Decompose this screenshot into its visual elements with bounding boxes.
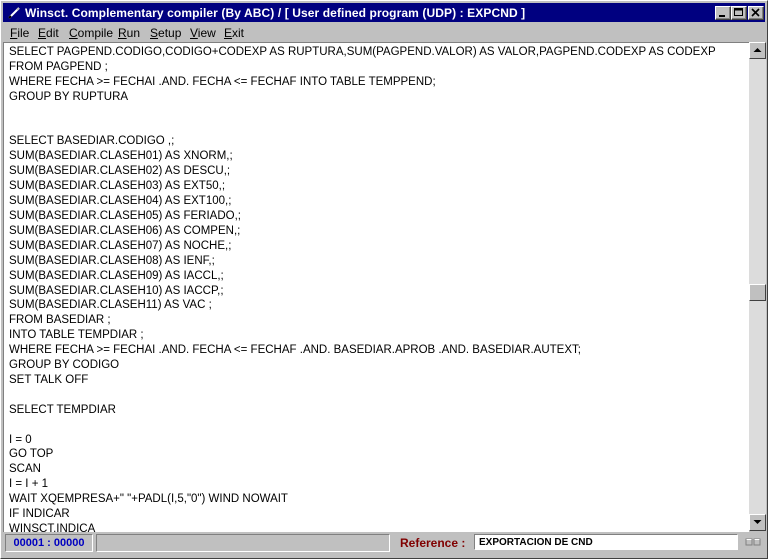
progress-panel [96, 534, 390, 552]
app-pen-icon[interactable] [6, 5, 22, 20]
close-icon [751, 8, 760, 17]
menu-edit[interactable]: Edit [38, 26, 59, 40]
menu-view-rest: iew [197, 26, 216, 40]
menu-setup[interactable]: Setup [150, 26, 181, 40]
status-bar: 00001 : 00000 Reference : EXPORTACION DE… [3, 532, 765, 556]
code-line[interactable]: I = 0 [9, 434, 32, 446]
arrow-up-icon [753, 48, 762, 52]
code-line[interactable]: SUM(BASEDIAR.CLASEH06) AS COMPEN,; [9, 225, 240, 237]
scroll-thumb[interactable] [749, 284, 766, 301]
menu-bar: File Edit Compile Run Setup View Exit [3, 23, 765, 42]
code-line[interactable]: FROM PAGPEND ; [9, 61, 108, 73]
code-text[interactable]: SELECT PAGPEND.CODIGO,CODIGO+CODEXP AS R… [4, 43, 749, 532]
menu-run[interactable]: Run [118, 26, 140, 40]
code-line[interactable]: GO TOP [9, 448, 53, 460]
code-line[interactable]: SUM(BASEDIAR.CLASEH05) AS FERIADO,; [9, 210, 241, 222]
reference-field[interactable]: EXPORTACION DE CND [474, 534, 738, 550]
minimize-button[interactable] [715, 6, 731, 20]
code-line[interactable]: SUM(BASEDIAR.CLASEH09) AS IACCL,; [9, 270, 224, 282]
code-line[interactable]: SUM(BASEDIAR.CLASEH04) AS EXT100,; [9, 195, 231, 207]
code-line[interactable]: SUM(BASEDIAR.CLASEH10) AS IACCP,; [9, 285, 224, 297]
code-line[interactable]: INTO TABLE TEMPDIAR ; [9, 329, 144, 341]
code-line[interactable]: IF INDICAR [9, 508, 70, 520]
code-line[interactable]: SELECT BASEDIAR.CODIGO ,; [9, 135, 174, 147]
code-editor[interactable]: SELECT PAGPEND.CODIGO,CODIGO+CODEXP AS R… [3, 42, 749, 532]
menu-setup-rest: etup [158, 26, 182, 40]
code-line[interactable]: FROM BASEDIAR ; [9, 314, 111, 326]
code-line[interactable]: WINSCT.INDICA [9, 523, 95, 532]
code-line[interactable]: SUM(BASEDIAR.CLASEH08) AS IENF,; [9, 255, 215, 267]
code-line[interactable]: SUM(BASEDIAR.CLASEH11) AS VAC ; [9, 299, 212, 311]
menu-compile[interactable]: Compile [69, 26, 113, 40]
code-line[interactable]: GROUP BY CODIGO [9, 359, 119, 371]
resize-grip-icon[interactable] [745, 536, 763, 548]
code-line[interactable]: SUM(BASEDIAR.CLASEH07) AS NOCHE,; [9, 240, 231, 252]
close-button[interactable] [748, 6, 764, 20]
code-line[interactable]: WHERE FECHA >= FECHAI .AND. FECHA <= FEC… [9, 344, 581, 356]
minimize-icon [719, 15, 725, 17]
main-window: Winsct. Complementary compiler (By ABC) … [0, 0, 768, 559]
menu-exit[interactable]: Exit [224, 26, 244, 40]
code-line[interactable]: SUM(BASEDIAR.CLASEH02) AS DESCU,; [9, 165, 230, 177]
title-bar[interactable]: Winsct. Complementary compiler (By ABC) … [3, 3, 765, 22]
code-line[interactable]: WHERE FECHA >= FECHAI .AND. FECHA <= FEC… [9, 76, 436, 88]
code-line[interactable]: GROUP BY RUPTURA [9, 91, 128, 103]
maximize-button[interactable] [731, 6, 747, 20]
code-line[interactable]: WAIT XQEMPRESA+" "+PADL(I,5,"0") WIND NO… [9, 493, 288, 505]
menu-view[interactable]: View [190, 26, 216, 40]
arrow-down-icon [753, 520, 762, 524]
code-line[interactable]: SET TALK OFF [9, 374, 88, 386]
reference-label: Reference : [400, 536, 466, 550]
code-line[interactable]: SELECT PAGPEND.CODIGO,CODIGO+CODEXP AS R… [9, 46, 716, 58]
maximize-icon [734, 8, 743, 16]
code-line[interactable]: SELECT TEMPDIAR [9, 404, 116, 416]
vertical-scrollbar[interactable] [749, 42, 766, 531]
menu-run-rest: un [126, 26, 141, 40]
menu-file-rest: ile [17, 26, 30, 40]
code-line[interactable]: SUM(BASEDIAR.CLASEH03) AS EXT50,; [9, 180, 225, 192]
code-line[interactable]: I = I + 1 [9, 478, 48, 490]
code-line[interactable]: SUM(BASEDIAR.CLASEH01) AS XNORM,; [9, 150, 233, 162]
menu-compile-rest: ompile [77, 26, 114, 40]
menu-exit-rest: xit [232, 26, 245, 40]
scroll-down-button[interactable] [749, 514, 766, 531]
menu-edit-rest: dit [46, 26, 59, 40]
window-title: Winsct. Complementary compiler (By ABC) … [25, 6, 526, 20]
menu-file[interactable]: File [10, 26, 29, 40]
code-line[interactable]: SCAN [9, 463, 41, 475]
scroll-up-button[interactable] [749, 42, 766, 59]
cursor-position: 00001 : 00000 [5, 534, 93, 552]
